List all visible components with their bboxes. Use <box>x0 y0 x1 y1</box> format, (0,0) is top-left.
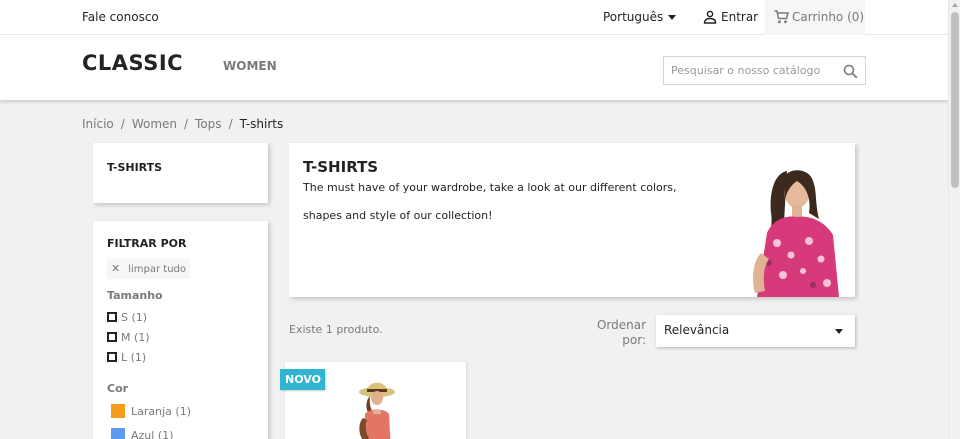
sort-label: Ordenar por: <box>596 318 646 347</box>
search-box <box>663 56 866 85</box>
color-option-blue[interactable]: Azul (1) <box>107 428 173 439</box>
caret-down-icon <box>668 15 677 20</box>
breadcrumb-women[interactable]: Women <box>132 117 177 131</box>
category-description: shapes and style of our collection! <box>303 209 493 222</box>
cart-button[interactable]: Carrinho (0) <box>765 0 865 35</box>
language-selector[interactable]: Português <box>603 10 677 24</box>
breadcrumb-separator: / <box>120 117 125 131</box>
size-option-l[interactable]: L (1) <box>107 351 146 364</box>
color-swatch[interactable] <box>111 404 125 418</box>
category-image <box>747 163 847 297</box>
color-facet-title: Cor <box>107 382 129 395</box>
login-link[interactable]: Entrar <box>703 10 758 24</box>
checkbox[interactable] <box>107 352 117 362</box>
product-count: Existe 1 produto. <box>289 323 383 336</box>
top-nav: Fale conosco Português Entrar Carrinho (… <box>0 0 948 35</box>
login-label: Entrar <box>721 10 759 24</box>
category-tree-title[interactable]: T-SHIRTS <box>107 161 162 174</box>
page-scrollbar[interactable] <box>948 0 960 439</box>
scrollbar-thumb[interactable] <box>951 12 959 188</box>
filters-panel: FILTRAR POR ✕ limpar tudo Tamanho S (1) M… <box>93 221 268 439</box>
search-icon[interactable] <box>843 64 858 79</box>
size-option-label: S (1) <box>121 311 148 324</box>
size-option-m[interactable]: M (1) <box>107 331 150 344</box>
size-facet-title: Tamanho <box>107 289 163 302</box>
sort-selected-value: Relevância <box>664 323 730 337</box>
close-icon: ✕ <box>111 262 121 275</box>
search-input[interactable] <box>664 57 834 84</box>
language-label: Português <box>603 10 664 24</box>
checkbox[interactable] <box>107 312 117 322</box>
size-option-label: L (1) <box>121 351 147 364</box>
product-image[interactable] <box>347 372 407 439</box>
size-option-s[interactable]: S (1) <box>107 311 147 324</box>
clear-all-label: limpar tudo <box>128 264 187 275</box>
category-tree-box: T-SHIRTS <box>93 143 268 203</box>
cart-label: Carrinho (0) <box>792 10 865 24</box>
filters-title: FILTRAR POR <box>107 237 187 250</box>
new-badge: NOVO <box>280 369 325 390</box>
breadcrumb-separator: / <box>228 117 233 131</box>
breadcrumb-home[interactable]: Início <box>82 117 114 131</box>
category-title: T-SHIRTS <box>303 158 379 176</box>
site-header: CLASSIC WOMEN <box>0 35 948 100</box>
breadcrumb-tops[interactable]: Tops <box>195 117 222 131</box>
user-icon <box>703 10 717 24</box>
contact-link[interactable]: Fale conosco <box>82 10 159 24</box>
breadcrumb: Início / Women / Tops / T-shirts <box>82 117 283 131</box>
category-description: The must have of your wardrobe, take a l… <box>303 181 677 194</box>
breadcrumb-tshirts[interactable]: T-shirts <box>240 117 284 131</box>
caret-down-icon <box>835 329 843 334</box>
color-option-label: Laranja (1) <box>131 405 191 418</box>
size-option-label: M (1) <box>121 331 150 344</box>
category-header: T-SHIRTS The must have of your wardrobe,… <box>289 143 855 297</box>
checkbox[interactable] <box>107 332 117 342</box>
color-option-label: Azul (1) <box>131 429 174 439</box>
color-swatch[interactable] <box>111 428 125 439</box>
breadcrumb-separator: / <box>184 117 189 131</box>
shopping-cart-icon <box>774 10 789 24</box>
color-option-orange[interactable]: Laranja (1) <box>107 404 191 418</box>
sort-dropdown[interactable]: Relevância <box>656 315 855 347</box>
menu-item-women[interactable]: WOMEN <box>223 59 277 73</box>
scroll-up-icon[interactable] <box>952 3 958 7</box>
site-logo[interactable]: CLASSIC <box>82 51 183 75</box>
clear-all-button[interactable]: ✕ limpar tudo <box>107 259 190 279</box>
